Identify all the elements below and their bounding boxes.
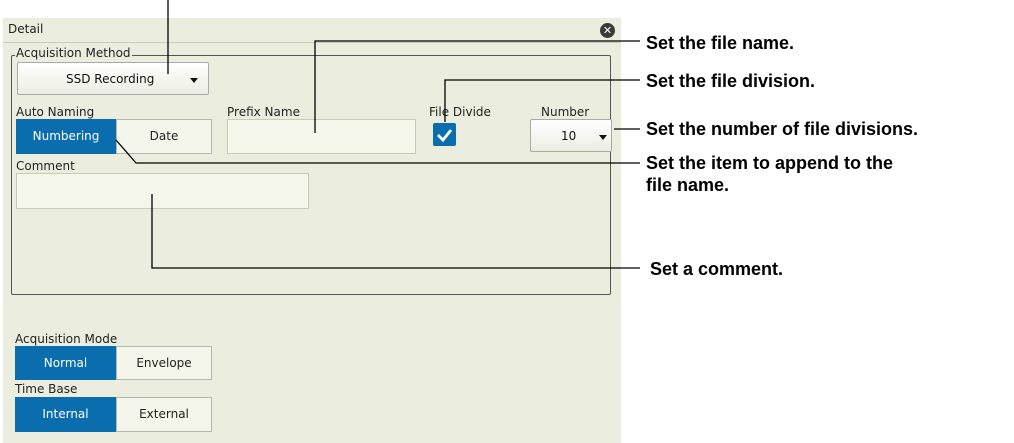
annotation-number-divisions: Set the number of file divisions. [646, 119, 919, 139]
annotation-file-division: Set the file division. [646, 71, 816, 91]
annotation-append-item-line1: Set the item to append to the [646, 153, 894, 173]
annotation-comment: Set a comment. [650, 259, 784, 279]
annotation-leader-lines [115, 0, 640, 269]
annotation-append-item-line2: file name. [646, 175, 730, 195]
annotation-file-name: Set the file name. [646, 33, 795, 53]
